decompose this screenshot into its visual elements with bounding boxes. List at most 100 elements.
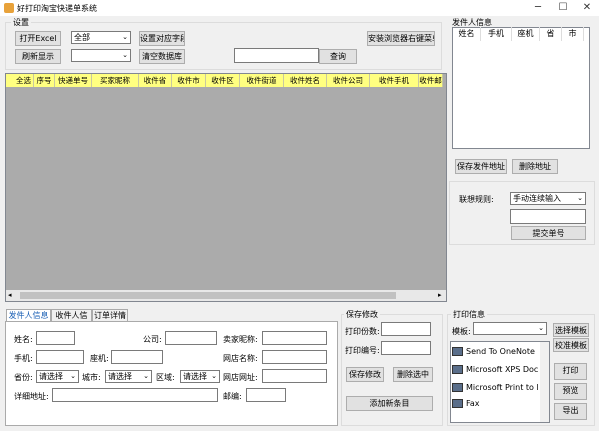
printer-name: Microsoft Print to PD xyxy=(466,383,538,392)
chevron-down-icon: ⌄ xyxy=(211,372,217,380)
settings-group-label: 设置 xyxy=(11,17,31,28)
set-field-button[interactable]: 设置对应字段 xyxy=(139,31,185,46)
sender-header-1[interactable]: 手机 xyxy=(481,27,512,41)
postcode-field[interactable] xyxy=(246,388,286,402)
delete-selected-button[interactable]: 删除选中 xyxy=(393,367,433,382)
grid-header-1[interactable]: 序号 xyxy=(34,74,55,87)
grid-header-0[interactable]: 全选 xyxy=(6,74,34,87)
grid-header-8[interactable]: 收件姓名 xyxy=(284,74,327,87)
filter2-select[interactable]: ⌄ xyxy=(71,49,131,62)
scroll-right-icon[interactable]: ▸ xyxy=(438,291,442,299)
sender-header-3[interactable]: 省 xyxy=(540,27,562,41)
province-select[interactable]: 请选择 ⌄ xyxy=(36,370,79,383)
filter-select-value: 全部 xyxy=(74,33,90,42)
district-select[interactable]: 请选择 ⌄ xyxy=(180,370,220,383)
window-title: 好打印淘宝快递单系统 xyxy=(17,4,97,13)
scroll-thumb[interactable] xyxy=(20,292,396,299)
grid-header-10[interactable]: 收件手机 xyxy=(370,74,419,87)
company-field[interactable] xyxy=(165,331,217,345)
address-field[interactable] xyxy=(52,388,218,402)
maximize-icon[interactable]: ☐ xyxy=(552,0,574,16)
postcode-label: 邮编: xyxy=(223,392,242,401)
chevron-down-icon: ⌄ xyxy=(143,372,149,380)
district-label: 区域: xyxy=(156,373,175,382)
name-field[interactable] xyxy=(36,331,75,345)
printer-item[interactable]: Fax xyxy=(452,397,538,411)
export-button[interactable]: 导出 xyxy=(554,403,587,420)
sender-header-4[interactable]: 市 xyxy=(562,27,584,41)
shop-url-field[interactable] xyxy=(262,369,327,383)
close-icon[interactable]: ✕ xyxy=(576,0,598,16)
minimize-icon[interactable]: ─ xyxy=(527,0,549,16)
grid-header-11[interactable]: 收件邮 xyxy=(419,74,443,87)
buyer-nick-field[interactable] xyxy=(262,331,327,345)
sender-header-0[interactable]: 姓名 xyxy=(453,27,481,41)
orders-grid[interactable] xyxy=(5,73,447,302)
assoc-label: 联想规则: xyxy=(459,195,494,204)
tracking-number-input[interactable] xyxy=(510,209,586,224)
delete-address-button[interactable]: 删除地址 xyxy=(512,159,558,174)
wangwang-field[interactable] xyxy=(262,350,327,364)
grid-header-7[interactable]: 收件街道 xyxy=(240,74,284,87)
grid-header-6[interactable]: 收件区 xyxy=(206,74,240,87)
grid-header-9[interactable]: 收件公司 xyxy=(327,74,370,87)
refresh-button[interactable]: 刷新显示 xyxy=(15,49,61,64)
template-label: 模板: xyxy=(452,327,471,336)
printer-item[interactable]: Microsoft Print to PD xyxy=(452,381,538,395)
city-label: 城市: xyxy=(82,373,101,382)
grid-header-5[interactable]: 收件市 xyxy=(172,74,206,87)
wangwang-label: 网店名称: xyxy=(223,354,258,363)
assoc-mode-select[interactable]: 手动连续输入 ⌄ xyxy=(510,192,586,205)
chevron-down-icon: ⌄ xyxy=(577,194,583,202)
print-copies-label: 打印份数: xyxy=(345,327,380,336)
scroll-left-icon[interactable]: ◂ xyxy=(8,291,12,299)
save-changes-button[interactable]: 保存修改 xyxy=(346,367,384,382)
correct-template-button[interactable]: 校准模板 xyxy=(553,338,589,352)
address-label: 详细地址: xyxy=(14,392,49,401)
printer-list-scrollbar[interactable] xyxy=(540,342,549,422)
printer-name: Send To OneNote 1 xyxy=(466,347,538,356)
phone-label: 手机: xyxy=(14,354,33,363)
printer-icon xyxy=(452,365,463,374)
print-no-label: 打印编号: xyxy=(345,346,380,355)
title-bar: 好打印淘宝快递单系统 ─ ☐ ✕ xyxy=(0,0,599,16)
assoc-mode-value: 手动连续输入 xyxy=(513,194,561,203)
submit-tracking-button[interactable]: 提交单号 xyxy=(511,226,586,240)
printer-icon xyxy=(452,347,463,356)
query-input[interactable] xyxy=(234,48,319,63)
city-select[interactable]: 请选择 ⌄ xyxy=(105,370,152,383)
print-button[interactable]: 打印 xyxy=(554,363,587,380)
print-no-field[interactable] xyxy=(381,341,431,355)
print-copies-field[interactable] xyxy=(381,322,431,336)
settings-group xyxy=(5,22,442,70)
province-value: 请选择 xyxy=(39,372,63,381)
printer-icon xyxy=(452,383,463,392)
clear-db-button[interactable]: 清空数据库 xyxy=(139,49,185,64)
template-select[interactable]: ⌄ xyxy=(473,322,547,335)
save-sender-address-button[interactable]: 保存发件地址 xyxy=(455,159,507,174)
add-new-entry-button[interactable]: 添加新条目 xyxy=(346,396,433,411)
printer-item[interactable]: Send To OneNote 1 xyxy=(452,345,538,359)
landline-field[interactable] xyxy=(111,350,163,364)
shop-url-label: 网店网址: xyxy=(223,373,258,382)
chevron-down-icon: ⌄ xyxy=(122,33,128,41)
name-label: 姓名: xyxy=(14,335,33,344)
printer-icon xyxy=(452,399,463,408)
open-excel-button[interactable]: 打开Excel xyxy=(15,31,61,46)
horizontal-scrollbar[interactable]: ◂ ▸ xyxy=(6,290,446,301)
sender-header-2[interactable]: 座机 xyxy=(512,27,540,41)
company-label: 公司: xyxy=(143,335,162,344)
grid-header-3[interactable]: 买家昵称 xyxy=(92,74,139,87)
phone-field[interactable] xyxy=(36,350,84,364)
query-button[interactable]: 查询 xyxy=(319,49,357,64)
install-menu-button[interactable]: 安装浏览器右键菜单 xyxy=(367,31,435,46)
printer-item[interactable]: Microsoft XPS Docu xyxy=(452,363,538,377)
sender-list[interactable] xyxy=(452,27,590,149)
preview-button[interactable]: 预览 xyxy=(554,383,587,400)
choose-template-button[interactable]: 选择模板 xyxy=(553,323,589,337)
grid-header-2[interactable]: 快递单号 xyxy=(55,74,92,87)
province-label: 省份: xyxy=(14,373,33,382)
filter-select[interactable]: 全部 ⌄ xyxy=(71,31,131,44)
grid-header-4[interactable]: 收件省 xyxy=(139,74,172,87)
district-value: 请选择 xyxy=(183,372,207,381)
